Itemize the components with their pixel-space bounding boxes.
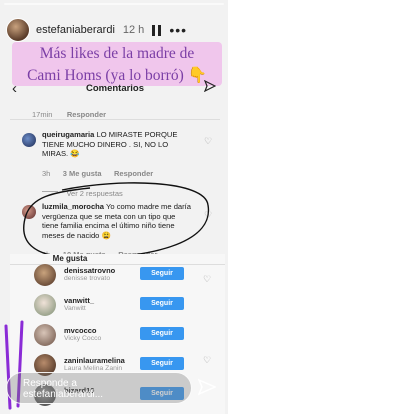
like-username[interactable]: denissatrovno [64,266,115,275]
list-item[interactable]: denissatrovno denisse trovato Seguir ♡ [10,262,225,290]
like-fullname: Vicky Cocco [64,335,102,342]
list-item[interactable]: mvcocco Vicky Cocco Seguir [10,322,225,350]
like-username[interactable]: mvcocco [64,326,97,335]
follow-button[interactable]: Seguir [140,327,184,340]
avatar[interactable] [34,294,56,316]
avatar[interactable] [34,264,56,286]
heart-icon[interactable]: ♡ [203,274,211,285]
like-fullname: Vanwitt [64,305,86,312]
reply-placeholder-line-2: estefaniaberardi... [23,389,104,400]
like-fullname: Laura Melina Zanin [64,365,123,372]
list-item[interactable]: vanwitt_ Vanwitt Seguir [10,292,225,320]
like-username[interactable]: zaninlauramelina [64,356,125,365]
reply-placeholder-line-1: Responde a [23,378,77,389]
like-username[interactable]: vanwitt_ [64,296,94,305]
heart-icon[interactable]: ♡ [203,355,211,366]
like-fullname: denisse trovato [64,275,111,282]
follow-button[interactable]: Seguir [140,267,184,280]
reply-input[interactable]: Responde a estefaniaberardi... [6,372,192,404]
follow-button[interactable]: Seguir [140,357,184,370]
reply-placeholder: Responde a estefaniaberardi... [23,378,103,400]
send-icon[interactable] [197,378,217,401]
follow-button[interactable]: Seguir [140,297,184,310]
story-frame: estefaniaberardi 12 h ••• Más likes de l… [0,0,228,414]
